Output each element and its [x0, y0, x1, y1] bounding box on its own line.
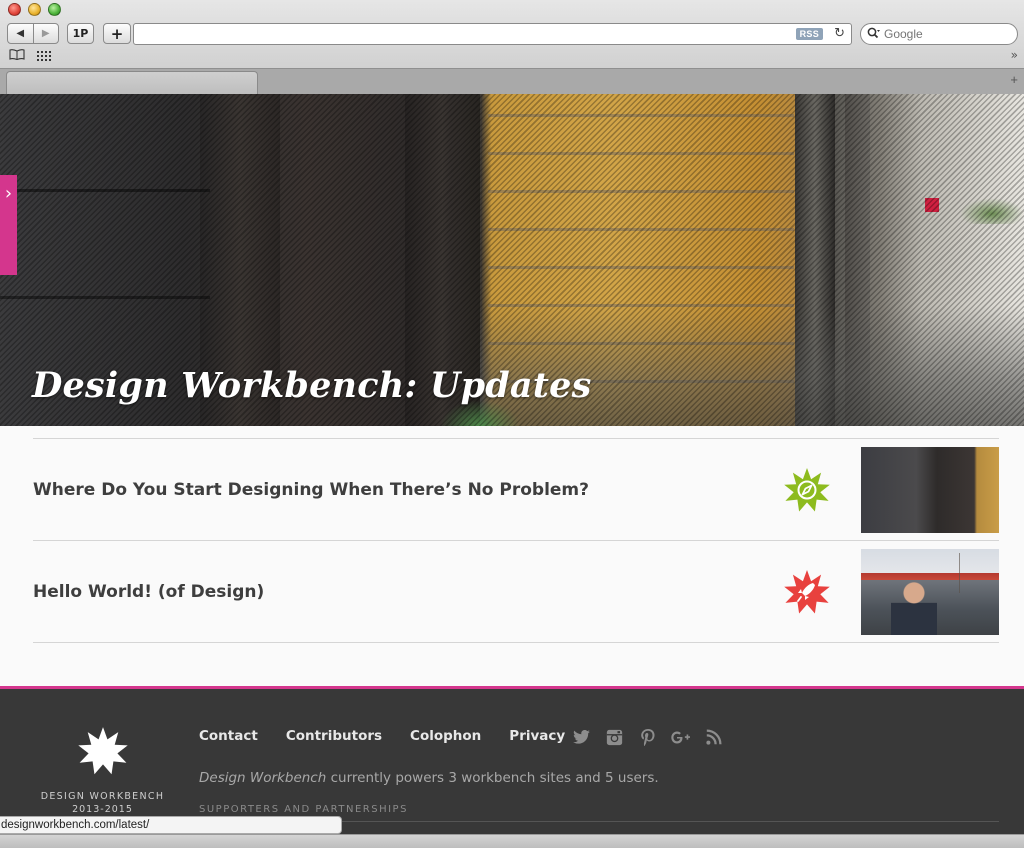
bookmarks-bar: [9, 49, 51, 64]
post-item[interactable]: Where Do You Start Designing When There’…: [33, 438, 999, 540]
twitter-icon[interactable]: [572, 728, 591, 746]
post-thumbnail[interactable]: [861, 447, 999, 533]
address-bar[interactable]: RSS ↻: [133, 23, 852, 45]
footer-link-contributors[interactable]: Contributors: [286, 728, 382, 744]
minimize-window-button[interactable]: [28, 3, 41, 16]
tab-strip: +: [0, 68, 1024, 95]
post-list: Where Do You Start Designing When There’…: [0, 426, 1024, 686]
footer-link-privacy[interactable]: Privacy: [509, 728, 565, 744]
search-field[interactable]: [860, 23, 1018, 45]
footer-link-colophon[interactable]: Colophon: [410, 728, 481, 744]
top-sites-icon[interactable]: [37, 51, 51, 62]
post-thumbnail[interactable]: [861, 549, 999, 635]
footer-tagline: Design Workbench currently powers 3 work…: [199, 770, 659, 786]
search-input[interactable]: [884, 27, 1004, 41]
back-button[interactable]: ◀: [8, 24, 33, 43]
close-window-button[interactable]: [8, 3, 21, 16]
supporters-heading: SUPPORTERS AND PARTNERSHIPS: [199, 804, 408, 815]
new-tab-button[interactable]: +: [1010, 72, 1018, 87]
add-bookmark-button[interactable]: +: [103, 23, 131, 44]
forward-button[interactable]: ▶: [32, 24, 59, 43]
rss-icon[interactable]: [704, 728, 723, 746]
rocket-icon: [784, 569, 830, 613]
status-bar-url: designworkbench.com/latest/: [0, 816, 342, 834]
browser-bottom-bar: [0, 834, 1024, 848]
search-icon: [867, 27, 880, 42]
onepassword-button[interactable]: 1P: [67, 23, 94, 44]
tagline-text: currently powers 3 workbench sites and 5…: [326, 770, 659, 786]
bookmarks-overflow-icon[interactable]: »: [1011, 48, 1018, 62]
back-forward-group: ◀ ▶: [7, 23, 59, 44]
footer-nav: Contact Contributors Colophon Privacy: [199, 728, 565, 744]
tab-active[interactable]: [6, 71, 258, 95]
zoom-window-button[interactable]: [48, 3, 61, 16]
tagline-brand: Design Workbench: [199, 770, 327, 786]
window-controls: [8, 3, 61, 16]
page-title: Design Workbench: Updates: [32, 365, 592, 406]
browser-chrome: ◀ ▶ 1P + RSS ↻ » +: [0, 0, 1024, 95]
sidebar-toggle-button[interactable]: ›: [0, 175, 17, 275]
reading-list-icon[interactable]: [9, 49, 25, 64]
post-title-link[interactable]: Hello World! (of Design): [33, 582, 264, 602]
hero-banner: Design Workbench: Updates ›: [0, 94, 1024, 426]
footer-brand[interactable]: DESIGN WORKBENCH 2013-2015: [40, 725, 165, 815]
brand-years: 2013-2015: [72, 804, 133, 815]
google-plus-icon[interactable]: [671, 728, 690, 746]
compass-icon: [784, 467, 830, 511]
reload-icon[interactable]: ↻: [834, 26, 845, 41]
rss-badge[interactable]: RSS: [795, 28, 823, 40]
pinterest-icon[interactable]: [638, 728, 657, 746]
instagram-icon[interactable]: [605, 728, 624, 746]
workbench-logo-icon: [77, 727, 128, 775]
brand-name: DESIGN WORKBENCH: [40, 791, 165, 802]
footer-link-contact[interactable]: Contact: [199, 728, 258, 744]
post-item[interactable]: Hello World! (of Design): [33, 540, 999, 643]
social-links: [572, 728, 723, 746]
post-title-link[interactable]: Where Do You Start Designing When There’…: [33, 480, 589, 500]
